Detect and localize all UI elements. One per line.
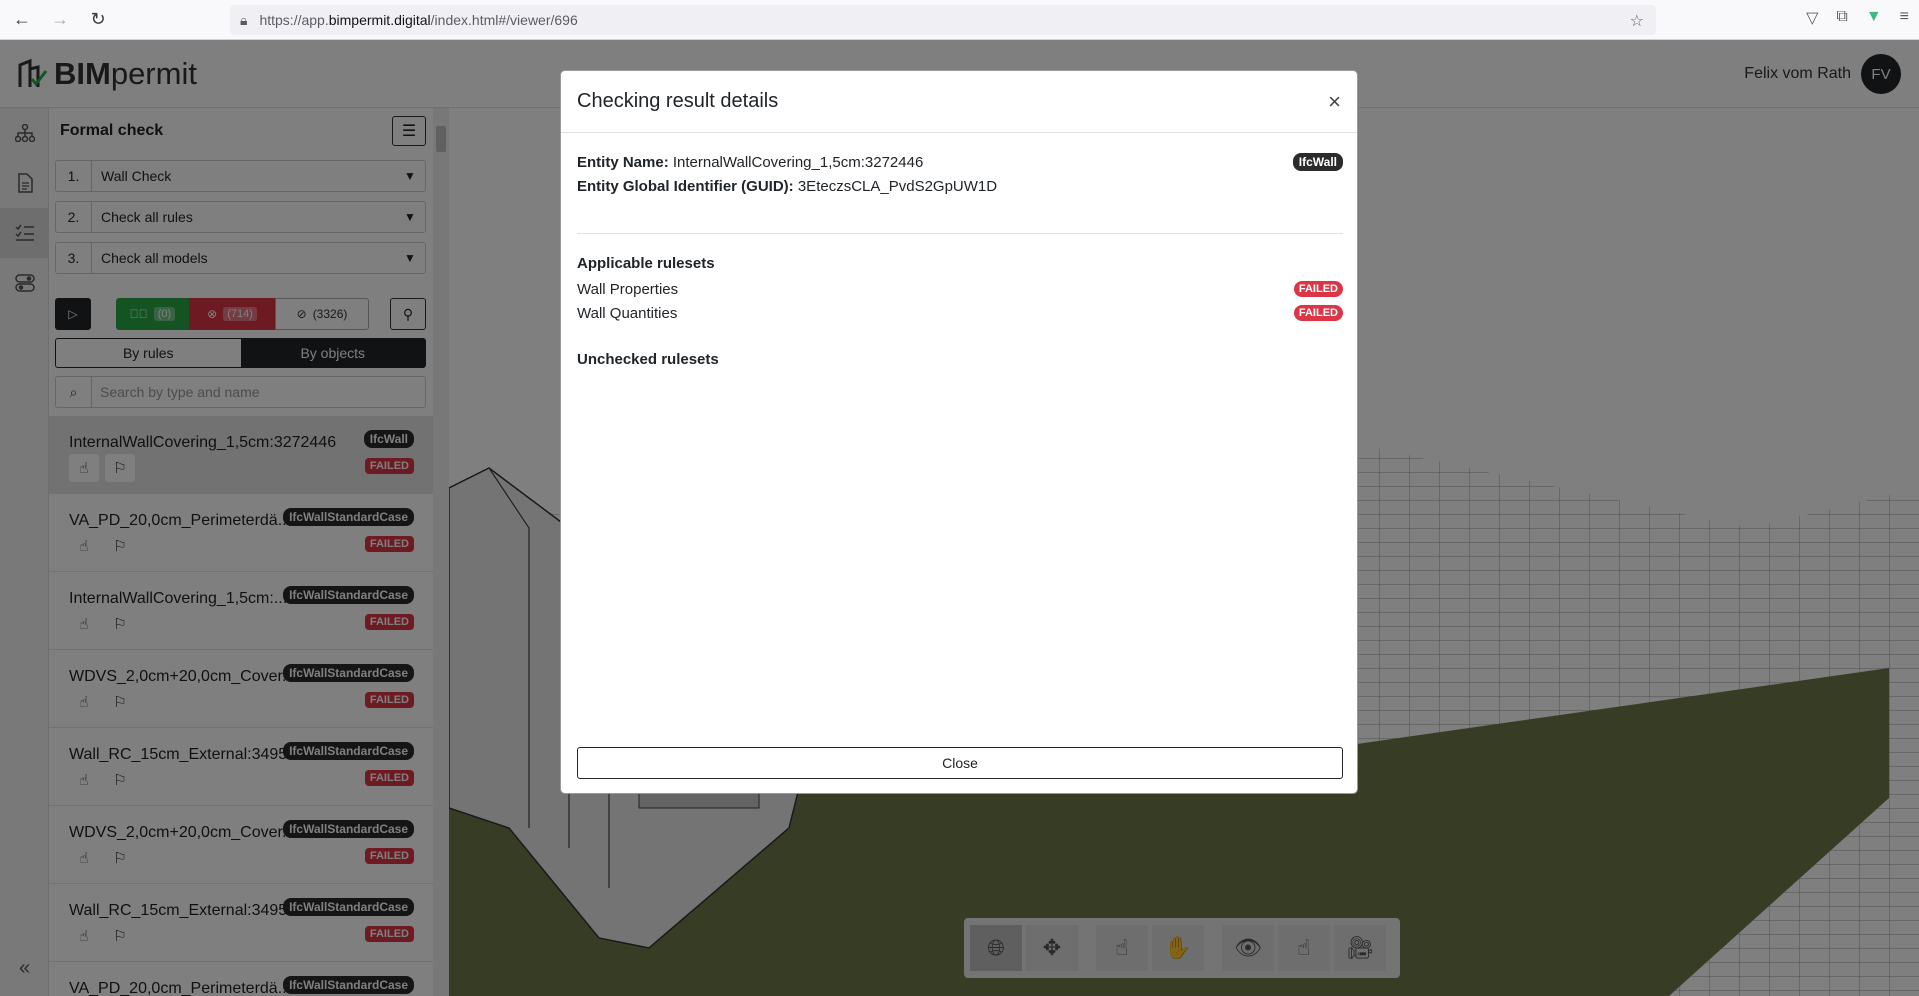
unchecked-rulesets-title: Unchecked rulesets [577, 351, 719, 368]
url-path: /index.html#/viewer/696 [430, 12, 578, 28]
ruleset-status-badge: FAILED [1293, 305, 1343, 321]
ruleset-status-badge: FAILED [1293, 281, 1343, 297]
address-bar[interactable]: 🔒︎ https://app. bimpermit.digital/index.h… [230, 5, 1656, 35]
result-details-modal: Checking result details × Entity Name: I… [560, 70, 1358, 794]
modal-title: Checking result details [577, 90, 779, 112]
lock-icon: 🔒︎ [240, 11, 248, 28]
divider [577, 233, 1343, 234]
url-host: bimpermit.digital [328, 12, 431, 28]
applicable-rulesets-title: Applicable rulesets [577, 255, 715, 272]
entity-type-badge: IfcWall [1292, 153, 1343, 171]
ruleset-name: Wall Properties [577, 281, 679, 298]
menu-icon[interactable]: ≡ [1900, 8, 1909, 28]
browser-toolbar: ← → ↻ 🔒︎ https://app. bimpermit.digital/i… [0, 0, 1919, 40]
pocket-icon[interactable]: ▽ [1806, 8, 1818, 28]
ruleset-name: Wall Quantities [577, 305, 678, 322]
guid-label: Entity Global Identifier (GUID): [577, 178, 794, 195]
entity-name-value: InternalWallCovering_1,5cm:3272446 [672, 154, 924, 171]
ruleset-row: Wall Properties FAILED [577, 281, 1343, 298]
ruleset-row: Wall Quantities FAILED [577, 305, 1343, 322]
bookmark-star-icon[interactable]: ☆ [1630, 11, 1644, 31]
entity-name-label: Entity Name: [577, 154, 669, 171]
guid-value: 3EteczsCLA_PvdS2GpUW1D [797, 178, 998, 195]
close-button[interactable]: Close [577, 747, 1343, 779]
modal-header: Checking result details [561, 71, 1357, 133]
reload-icon[interactable]: ↻ [82, 4, 114, 36]
close-icon[interactable]: × [1328, 89, 1341, 115]
vue-devtools-icon[interactable]: ▼ [1866, 8, 1882, 28]
forward-icon[interactable]: → [44, 4, 76, 36]
url-scheme: https://app. [259, 12, 329, 28]
back-icon[interactable]: ← [6, 4, 38, 36]
entity-name-row: Entity Name: InternalWallCovering_1,5cm:… [577, 151, 1343, 175]
extensions-icon[interactable]: ⧉ [1836, 8, 1847, 28]
entity-guid-row: Entity Global Identifier (GUID): 3Eteczs… [577, 175, 1343, 199]
modal-body: Entity Name: InternalWallCovering_1,5cm:… [577, 151, 1343, 368]
